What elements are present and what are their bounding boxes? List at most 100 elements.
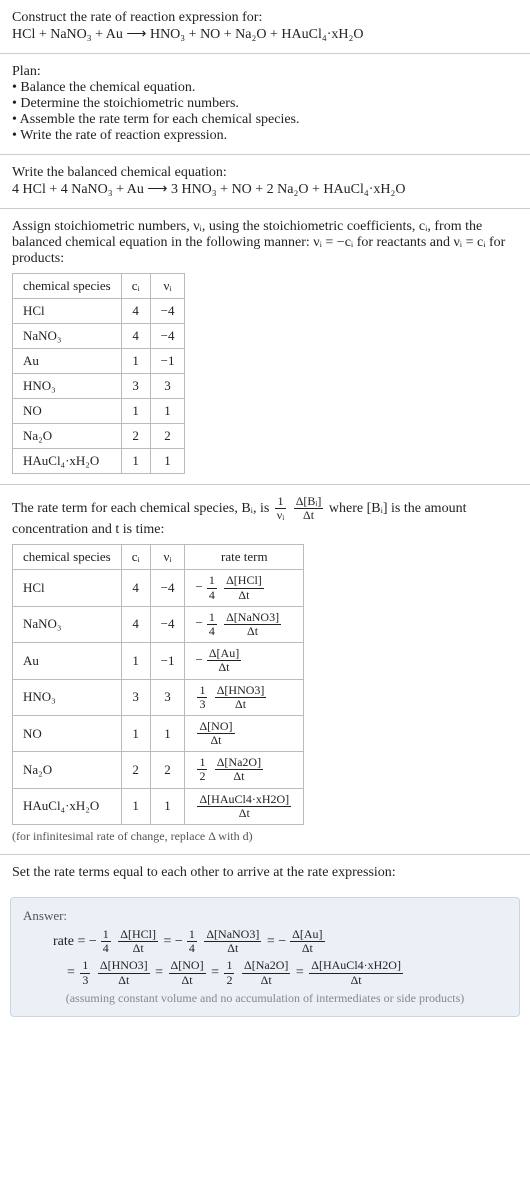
cell-ci: 4 bbox=[121, 299, 150, 324]
plan-item: • Assemble the rate term for each chemic… bbox=[12, 112, 518, 128]
cell-vi: −4 bbox=[150, 570, 185, 606]
cell-vi: 2 bbox=[150, 424, 185, 449]
answer-box: Answer: rate = −14 Δ[HCl]Δt = −14 Δ[NaNO… bbox=[10, 897, 520, 1017]
coef-frac: 12 bbox=[224, 959, 234, 986]
coef-frac: 14 bbox=[207, 574, 217, 601]
cell-ci: 1 bbox=[121, 349, 150, 374]
minus-sign: − bbox=[175, 934, 183, 949]
cell-ci: 4 bbox=[121, 570, 150, 606]
table-row: NaNO₃4−4−14 Δ[NaNO3]Δt bbox=[13, 606, 304, 642]
answer-rate-line1: rate = −14 Δ[HCl]Δt = −14 Δ[NaNO3]Δt = −… bbox=[53, 928, 507, 955]
table-header-row: chemical species cᵢ νᵢ rate term bbox=[13, 545, 304, 570]
cell-ci: 4 bbox=[121, 606, 150, 642]
plan-item: • Balance the chemical equation. bbox=[12, 80, 518, 96]
cell-ci: 3 bbox=[121, 374, 150, 399]
cell-species: NO bbox=[13, 715, 122, 751]
coef-frac: 14 bbox=[207, 611, 217, 638]
set-equal-section: Set the rate terms equal to each other t… bbox=[0, 855, 530, 891]
cell-ci: 1 bbox=[121, 788, 150, 824]
cell-species: NO bbox=[13, 399, 122, 424]
cell-rate-term: Δ[HAuCl4·xH2O]Δt bbox=[185, 788, 304, 824]
cell-ci: 3 bbox=[121, 679, 150, 715]
col-species: chemical species bbox=[13, 274, 122, 299]
minus-sign: − bbox=[195, 652, 202, 667]
cell-species: HCl bbox=[13, 299, 122, 324]
answer-assumption: (assuming constant volume and no accumul… bbox=[23, 991, 507, 1006]
intro-section: Construct the rate of reaction expressio… bbox=[0, 0, 530, 53]
cell-species: Na₂O bbox=[13, 752, 122, 788]
col-ci: cᵢ bbox=[121, 274, 150, 299]
cell-species: NaNO₃ bbox=[13, 606, 122, 642]
table-row: HNO₃33 bbox=[13, 374, 185, 399]
cell-ci: 1 bbox=[121, 715, 150, 751]
frac-one-over-nu: 1 νᵢ bbox=[275, 495, 286, 522]
cell-vi: 1 bbox=[150, 788, 185, 824]
coef-frac: 14 bbox=[101, 928, 111, 955]
table-row: Na₂O2212 Δ[Na2O]Δt bbox=[13, 752, 304, 788]
intro-line: Construct the rate of reaction expressio… bbox=[12, 10, 518, 26]
table-row: Au1−1 bbox=[13, 349, 185, 374]
minus-sign: − bbox=[89, 934, 97, 949]
cell-species: HCl bbox=[13, 570, 122, 606]
cell-species: HAuCl₄·xH₂O bbox=[13, 788, 122, 824]
conc-frac: Δ[Au]Δt bbox=[290, 928, 324, 955]
cell-rate-term: 12 Δ[Na2O]Δt bbox=[185, 752, 304, 788]
rate-term-section: The rate term for each chemical species,… bbox=[0, 485, 530, 854]
cell-vi: −4 bbox=[150, 299, 185, 324]
conc-frac: Δ[HAuCl4·xH2O]Δt bbox=[309, 959, 403, 986]
minus-sign: − bbox=[278, 934, 286, 949]
plan-section: Plan: • Balance the chemical equation. •… bbox=[0, 54, 530, 154]
answer-label: Answer: bbox=[23, 908, 507, 924]
plan-title: Plan: bbox=[12, 64, 518, 80]
cell-vi: 1 bbox=[150, 449, 185, 474]
balanced-section: Write the balanced chemical equation: 4 … bbox=[0, 155, 530, 208]
cell-rate-term: −Δ[Au]Δt bbox=[185, 643, 304, 679]
table-row: NaNO₃4−4 bbox=[13, 324, 185, 349]
cell-vi: −4 bbox=[150, 606, 185, 642]
cell-rate-term: −14 Δ[NaNO3]Δt bbox=[185, 606, 304, 642]
table-row: Na₂O22 bbox=[13, 424, 185, 449]
coef-frac: 14 bbox=[187, 928, 197, 955]
set-equal-text: Set the rate terms equal to each other t… bbox=[12, 865, 518, 881]
cell-ci: 2 bbox=[121, 424, 150, 449]
answer-rate-line2: = 13 Δ[HNO3]Δt = Δ[NO]Δt = 12 Δ[Na2O]Δt … bbox=[67, 959, 507, 986]
table-header-row: chemical species cᵢ νᵢ bbox=[13, 274, 185, 299]
table-row: HNO₃3313 Δ[HNO3]Δt bbox=[13, 679, 304, 715]
table-row: NO11 bbox=[13, 399, 185, 424]
plan-item: • Write the rate of reaction expression. bbox=[12, 128, 518, 144]
coef-frac: 12 bbox=[197, 756, 207, 783]
frac-dB-dt: Δ[Bᵢ] Δt bbox=[294, 495, 324, 522]
cell-vi: 1 bbox=[150, 715, 185, 751]
coef-frac: 13 bbox=[80, 959, 90, 986]
cell-species: Na₂O bbox=[13, 424, 122, 449]
col-ci: cᵢ bbox=[121, 545, 150, 570]
cell-vi: −1 bbox=[150, 643, 185, 679]
conc-frac: Δ[NaNO3]Δt bbox=[224, 611, 281, 638]
cell-ci: 1 bbox=[121, 399, 150, 424]
cell-rate-term: Δ[NO]Δt bbox=[185, 715, 304, 751]
rate-footnote: (for infinitesimal rate of change, repla… bbox=[12, 829, 518, 844]
assign-section: Assign stoichiometric numbers, νᵢ, using… bbox=[0, 209, 530, 484]
minus-sign: − bbox=[195, 615, 202, 630]
unbalanced-equation: HCl + NaNO₃ + Au ⟶ HNO₃ + NO + Na₂O + HA… bbox=[12, 26, 518, 43]
table-row: HAuCl₄·xH₂O11 bbox=[13, 449, 185, 474]
table-row: NO11Δ[NO]Δt bbox=[13, 715, 304, 751]
table-row: HCl4−4−14 Δ[HCl]Δt bbox=[13, 570, 304, 606]
rate-label: rate = bbox=[53, 934, 89, 949]
rate-intro-pre: The rate term for each chemical species,… bbox=[12, 501, 273, 516]
cell-species: HAuCl₄·xH₂O bbox=[13, 449, 122, 474]
cell-ci: 1 bbox=[121, 643, 150, 679]
conc-frac: Δ[HNO3]Δt bbox=[98, 959, 150, 986]
minus-sign: − bbox=[195, 579, 202, 594]
balanced-title: Write the balanced chemical equation: bbox=[12, 165, 518, 181]
conc-frac: Δ[NaNO3]Δt bbox=[204, 928, 261, 955]
cell-vi: 3 bbox=[150, 374, 185, 399]
col-vi: νᵢ bbox=[150, 274, 185, 299]
stoich-table: chemical species cᵢ νᵢ HCl4−4NaNO₃4−4Au1… bbox=[12, 273, 185, 474]
cell-vi: 1 bbox=[150, 399, 185, 424]
cell-ci: 1 bbox=[121, 449, 150, 474]
conc-frac: Δ[NO]Δt bbox=[169, 959, 206, 986]
conc-frac: Δ[Au]Δt bbox=[207, 647, 241, 674]
balanced-equation: 4 HCl + 4 NaNO₃ + Au ⟶ 3 HNO₃ + NO + 2 N… bbox=[12, 181, 518, 198]
coef-frac: 13 bbox=[197, 684, 207, 711]
